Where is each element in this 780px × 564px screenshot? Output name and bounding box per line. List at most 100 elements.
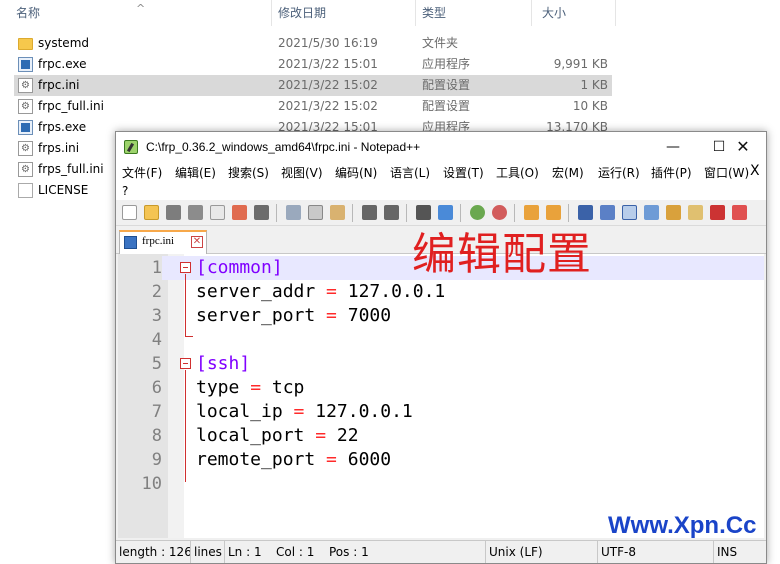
text-token: server_port bbox=[196, 305, 327, 326]
close-all-icon[interactable] bbox=[232, 205, 247, 220]
menu-item[interactable]: 搜索(S) bbox=[228, 164, 269, 182]
operator-token: = bbox=[315, 425, 327, 446]
menu-item[interactable]: 宏(M) bbox=[552, 164, 584, 182]
file-row[interactable]: frpc_full.ini 2021/3/22 15:02 配置设置 10 KB bbox=[14, 96, 612, 117]
file-row[interactable]: frpc.exe 2021/3/22 15:01 应用程序 9,991 KB bbox=[14, 54, 612, 75]
menu-item[interactable]: 视图(V) bbox=[281, 164, 323, 182]
fold-toggle-icon[interactable] bbox=[180, 358, 191, 369]
notepad-app-icon bbox=[124, 140, 138, 154]
text-token: remote_port bbox=[196, 449, 327, 470]
menu-item[interactable]: 设置(T) bbox=[443, 164, 484, 182]
menu-item[interactable]: 编码(N) bbox=[335, 164, 377, 182]
file-row[interactable]: systemd 2021/5/30 16:19 文件夹 bbox=[14, 33, 612, 54]
menu-item[interactable]: 窗口(W) bbox=[704, 164, 749, 182]
save-icon[interactable] bbox=[166, 205, 181, 220]
tab-close-icon[interactable]: ✕ bbox=[191, 236, 203, 248]
status-col: Col : 1 bbox=[276, 545, 315, 559]
new-file-icon[interactable] bbox=[122, 205, 137, 220]
macro-record-icon[interactable] bbox=[732, 205, 747, 220]
code-text: [common] bbox=[196, 256, 283, 280]
monitoring-icon[interactable] bbox=[710, 205, 725, 220]
menu-help[interactable]: ? bbox=[122, 182, 128, 200]
print-icon[interactable] bbox=[254, 205, 269, 220]
indent-guide-icon[interactable] bbox=[622, 205, 637, 220]
function-list-icon[interactable] bbox=[666, 205, 681, 220]
code-line[interactable]: 9 remote_port = 6000 bbox=[118, 448, 764, 472]
file-size: 9,991 KB bbox=[553, 57, 608, 71]
undo-icon[interactable] bbox=[362, 205, 377, 220]
menu-item[interactable]: 插件(P) bbox=[651, 164, 692, 182]
menu-item[interactable]: 编辑(E) bbox=[175, 164, 216, 182]
copy-icon[interactable] bbox=[308, 205, 323, 220]
status-eol: Unix (LF) bbox=[486, 541, 598, 563]
code-text: type = tcp bbox=[196, 376, 304, 400]
ini-icon bbox=[18, 75, 33, 96]
code-text: server_addr = 127.0.0.1 bbox=[196, 280, 445, 304]
file-name: frpc.exe bbox=[38, 57, 87, 71]
redo-icon[interactable] bbox=[384, 205, 399, 220]
code-line[interactable]: 4 bbox=[118, 328, 764, 352]
folder-as-workspace-icon[interactable] bbox=[688, 205, 703, 220]
close-file-icon[interactable] bbox=[210, 205, 225, 220]
line-number: 4 bbox=[151, 330, 162, 350]
file-date: 2021/3/22 15:02 bbox=[278, 78, 378, 92]
floppy-disk-icon bbox=[124, 236, 137, 249]
code-line[interactable]: 2 server_addr = 127.0.0.1 bbox=[118, 280, 764, 304]
line-number: 3 bbox=[151, 306, 162, 326]
column-name-label: 名称 bbox=[16, 6, 41, 20]
fold-toggle-icon[interactable] bbox=[180, 262, 191, 273]
annotation-edit-config: 编辑配置 bbox=[412, 229, 592, 280]
text-token: tcp bbox=[261, 377, 305, 398]
menu-item[interactable]: 工具(O) bbox=[496, 164, 539, 182]
status-pos: Pos : 1 bbox=[326, 541, 486, 563]
menu-item[interactable]: 语言(L) bbox=[390, 164, 430, 182]
close-document-x-icon[interactable]: X bbox=[750, 162, 760, 180]
code-line[interactable]: 3 server_port = 7000 bbox=[118, 304, 764, 328]
file-size: 10 KB bbox=[572, 99, 608, 113]
column-header-type[interactable]: 类型 bbox=[416, 0, 532, 26]
toolbar-separator bbox=[406, 204, 407, 222]
code-line[interactable]: 7 local_ip = 127.0.0.1 bbox=[118, 400, 764, 424]
file-date: 2021/3/22 15:01 bbox=[278, 57, 378, 71]
code-text: local_ip = 127.0.0.1 bbox=[196, 400, 413, 424]
operator-token: = bbox=[250, 377, 262, 398]
column-header-size[interactable]: 大小 bbox=[532, 0, 616, 26]
tab-frpc-ini[interactable]: frpc.ini ✕ bbox=[119, 230, 207, 254]
title-bar[interactable]: C:\frp_0.36.2_windows_amd64\frpc.ini - N… bbox=[116, 132, 766, 162]
text-token: local_port bbox=[196, 425, 316, 446]
operator-token: = bbox=[326, 281, 337, 302]
menu-item[interactable]: 运行(R) bbox=[598, 164, 640, 182]
toolbar-separator bbox=[276, 204, 277, 222]
code-text: server_port = 7000 bbox=[196, 304, 391, 328]
save-all-icon[interactable] bbox=[188, 205, 203, 220]
status-bar: length : 126 lines Ln : 1 Col : 1 Pos : … bbox=[116, 540, 766, 563]
code-editor[interactable]: 1 [common] 2 server_addr = 127.0.0.1 3 server… bbox=[118, 254, 764, 538]
file-icon bbox=[18, 183, 33, 198]
section-token: [common] bbox=[196, 257, 283, 278]
file-type: 配置设置 bbox=[422, 78, 471, 92]
close-button[interactable]: ✕ bbox=[720, 132, 766, 162]
code-line[interactable]: 10 bbox=[118, 472, 764, 496]
paste-icon[interactable] bbox=[330, 205, 345, 220]
document-map-icon[interactable] bbox=[644, 205, 659, 220]
minimize-button[interactable]: — bbox=[650, 132, 696, 162]
file-name: frpc_full.ini bbox=[38, 99, 104, 113]
operator-token: = bbox=[326, 449, 337, 470]
text-token: 7000 bbox=[336, 305, 392, 326]
text-token: 127.0.0.1 bbox=[336, 281, 446, 302]
code-line[interactable]: 5 [ssh] bbox=[118, 352, 764, 376]
column-header-date[interactable]: 修改日期 bbox=[272, 0, 416, 26]
show-all-chars-icon[interactable] bbox=[600, 205, 615, 220]
cut-icon[interactable] bbox=[286, 205, 301, 220]
fold-line bbox=[185, 274, 186, 336]
file-row[interactable]: frpc.ini 2021/3/22 15:02 配置设置 1 KB bbox=[14, 75, 612, 96]
watermark: Www.Xpn.Cc bbox=[608, 512, 757, 539]
code-line[interactable]: 6 type = tcp bbox=[118, 376, 764, 400]
menu-item[interactable]: 文件(F) bbox=[122, 164, 162, 182]
open-file-icon[interactable] bbox=[144, 205, 159, 220]
status-ln: Ln : 1 bbox=[228, 545, 262, 559]
file-type: 文件夹 bbox=[422, 36, 459, 50]
line-number: 2 bbox=[151, 282, 162, 302]
column-header-name[interactable]: 名称 ^ bbox=[0, 0, 272, 26]
code-line[interactable]: 8 local_port = 22 bbox=[118, 424, 764, 448]
